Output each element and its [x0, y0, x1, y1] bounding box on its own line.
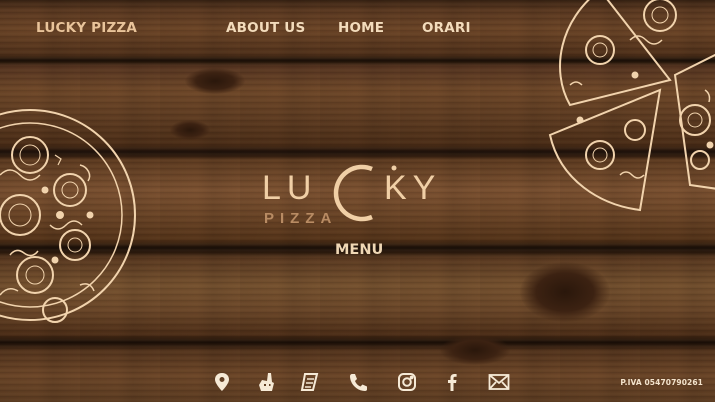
pizza-illustration-left	[0, 95, 140, 335]
logo-ky-text: KY	[384, 169, 441, 207]
lucky-pizza-logo: LU KY PIZZA	[262, 155, 462, 235]
vat-number: P.IVA 05470790261	[620, 378, 703, 387]
top-nav: LUCKY PIZZA ABOUT US HOME ORARI	[0, 0, 715, 58]
nav-about-link[interactable]: ABOUT US	[226, 20, 305, 36]
justeat-icon[interactable]	[298, 371, 322, 393]
wood-knot	[185, 68, 245, 94]
mail-icon[interactable]	[487, 371, 511, 393]
nav-home-link[interactable]: HOME	[338, 20, 384, 36]
logo-subtitle: PIZZA	[264, 210, 337, 227]
wood-knot	[520, 262, 610, 322]
footer-social-bar	[210, 371, 520, 393]
nav-orari-link[interactable]: ORARI	[422, 20, 471, 36]
phone-icon[interactable]	[346, 371, 370, 393]
logo-c-arc	[333, 164, 373, 222]
instagram-icon[interactable]	[395, 371, 419, 393]
map-pin-icon[interactable]	[210, 371, 234, 393]
wood-knot	[440, 335, 510, 365]
logo-lu-text: LU	[262, 169, 317, 207]
wood-knot	[170, 120, 210, 140]
facebook-icon[interactable]	[440, 371, 464, 393]
nav-brand-link[interactable]: LUCKY PIZZA	[36, 20, 137, 36]
deliveroo-icon[interactable]	[254, 371, 278, 393]
page-background: LUCKY PIZZA ABOUT US HOME ORARI LU KY PI…	[0, 0, 715, 402]
menu-link[interactable]: MENU	[335, 242, 383, 258]
